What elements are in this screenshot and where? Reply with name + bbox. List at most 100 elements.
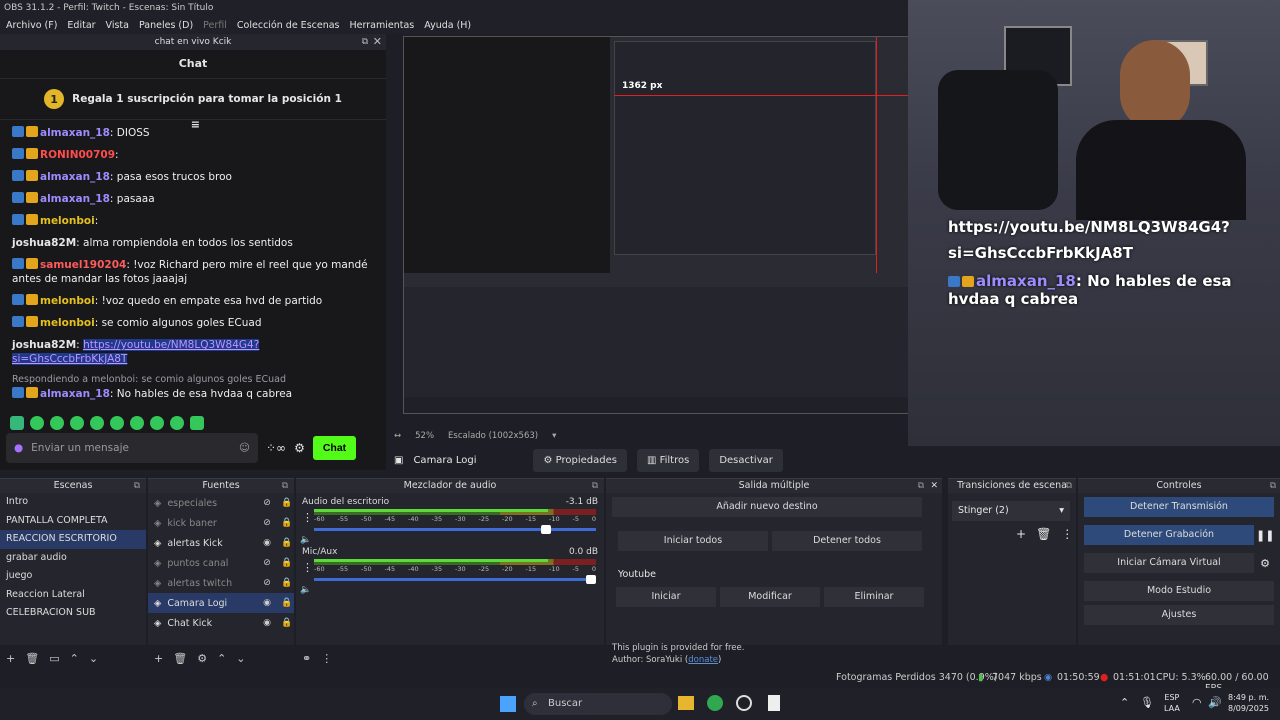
scene-item[interactable]: Reaccion Lateral [0,586,146,605]
float-icon[interactable]: ⧉ [918,479,924,493]
eye-off-icon[interactable]: ⊘ [260,518,274,528]
transition-select[interactable]: Stinger (2) ▾ [952,501,1070,521]
stop-recording-button[interactable]: Detener Grabación [1084,525,1254,545]
source-item[interactable]: ◈ alertas twitch ⊘ 🔒 [148,573,294,593]
emote-icon[interactable] [90,416,104,430]
menu-herramientas[interactable]: Herramientas [350,20,415,31]
emote-icon[interactable] [10,416,24,430]
source-item[interactable]: ◈ Chat Kick ◉ 🔒 [148,613,294,633]
points-icon[interactable]: ⁘∞ [266,441,286,455]
chat-input[interactable]: ● Enviar un mensaje ☺ [6,433,258,463]
stop-all-button[interactable]: Detener todos [772,531,922,551]
trash-icon[interactable]: 🗑 [1036,527,1051,541]
settings-button[interactable]: Ajustes [1084,605,1274,625]
pause-icon[interactable]: ❚❚ [1256,529,1274,542]
scene-item[interactable]: PANTALLA COMPLETA [0,512,146,531]
chat-username[interactable]: melonboi [40,215,95,227]
chat-username[interactable]: almaxan_18 [40,388,110,400]
close-icon[interactable]: ✕ [373,34,382,50]
chat-username[interactable]: almaxan_18 [40,171,110,183]
source-item[interactable]: ◈ puntos canal ⊘ 🔒 [148,553,294,573]
folder-icon[interactable] [678,696,694,710]
source-item[interactable]: ◈ Camara Logi ◉ 🔒 [148,593,294,613]
eye-icon[interactable]: ◉ [260,598,274,608]
virtual-cam-button[interactable]: Iniciar Cámara Virtual [1084,553,1254,573]
chat-username[interactable]: melonboi [40,295,95,307]
lock-icon[interactable]: 🔒 [280,518,294,528]
emote-icon[interactable] [150,416,164,430]
scaling-dropdown-icon[interactable]: ▾ [552,431,556,441]
clock[interactable]: 8:49 p. m. 8/09/2025 [1228,692,1269,714]
speaker-icon[interactable]: 🔈 [300,535,311,545]
scene-item[interactable]: CELEBRACION SUB [0,604,146,623]
chevrons-icon[interactable]: ↔ [394,431,401,441]
gear-icon[interactable]: ⚙ [1256,557,1274,570]
modify-button[interactable]: Modificar [720,587,820,607]
float-icon[interactable]: ⧉ [592,479,598,493]
zoom-level[interactable]: 52% [415,431,434,441]
eye-off-icon[interactable]: ⊘ [260,578,274,588]
language-indicator[interactable]: ESP LAA [1164,692,1180,714]
obs-icon[interactable] [736,695,752,711]
chat-username[interactable]: samuel190204 [40,259,126,271]
up-icon[interactable]: ⌃ [217,652,226,665]
emote-icon[interactable] [70,416,84,430]
scroll-down-icon[interactable]: ≡ [191,118,200,131]
menu-coleccion[interactable]: Colección de Escenas [237,20,340,31]
emote-icon[interactable] [110,416,124,430]
volume-slider[interactable] [314,575,596,584]
wifi-icon[interactable]: ◠ [1192,696,1202,709]
eye-icon[interactable]: ◉ [260,538,274,548]
scene-item[interactable]: Intro [0,493,146,512]
mic-icon[interactable]: ● [14,442,23,454]
up-icon[interactable]: ⌃ [70,652,79,665]
chat-username[interactable]: melonboi [40,317,95,329]
chat-send-button[interactable]: Chat [312,436,357,460]
source-item[interactable]: ◈ especiales ⊘ 🔒 [148,493,294,513]
volume-icon[interactable]: 🔊 [1208,696,1222,709]
lock-icon[interactable]: 🔒 [280,558,294,568]
chat-username[interactable]: almaxan_18 [40,193,110,205]
more-icon[interactable]: ⋮ [302,561,313,574]
scene-item[interactable]: grabar audio [0,549,146,568]
link-icon[interactable]: ⚭ [302,652,311,665]
filters-button[interactable]: ▥ Filtros [636,448,700,472]
chat-username[interactable]: joshua82M [12,339,76,351]
lock-icon[interactable]: 🔒 [280,538,294,548]
scene-item[interactable]: REACCION ESCRITORIO [0,530,146,549]
studio-mode-button[interactable]: Modo Estudio [1084,581,1274,601]
donate-link[interactable]: donate [688,655,718,665]
emote-icon[interactable] [130,416,144,430]
chat-username[interactable]: joshua82M [12,237,76,249]
speaker-icon[interactable]: 🔈 [300,585,311,595]
emote-icon[interactable] [170,416,184,430]
add-destination-button[interactable]: Añadir nuevo destino [612,497,922,517]
start-all-button[interactable]: Iniciar todos [618,531,768,551]
mic-icon[interactable]: 🎙 [1140,696,1154,709]
scaling-label[interactable]: Escalado (1002x563) [448,431,538,441]
file-icon[interactable] [768,695,780,711]
delete-button[interactable]: Eliminar [824,587,924,607]
add-icon[interactable]: + [6,652,15,665]
volume-slider[interactable] [314,525,596,534]
source-item[interactable]: ◈ kick baner ⊘ 🔒 [148,513,294,533]
menu-archivo[interactable]: Archivo (F) [6,20,57,31]
lock-icon[interactable]: 🔒 [280,618,294,628]
menu-vista[interactable]: Vista [106,20,129,31]
emote-icon[interactable] [190,416,204,430]
emote-icon[interactable] [50,416,64,430]
deactivate-button[interactable]: Desactivar [709,448,783,472]
chevron-up-icon[interactable]: ⌃ [1120,696,1129,709]
emote-icon[interactable] [30,416,44,430]
eye-off-icon[interactable]: ⊘ [260,498,274,508]
float-icon[interactable]: ⧉ [1066,479,1072,493]
eye-icon[interactable]: ◉ [260,618,274,628]
add-icon[interactable]: + [1016,527,1026,541]
slider-knob[interactable] [586,575,596,584]
down-icon[interactable]: ⌄ [89,652,98,665]
menu-editar[interactable]: Editar [67,20,95,31]
eye-off-icon[interactable]: ⊘ [260,558,274,568]
settings-gear-icon[interactable]: ⚙ [294,441,305,455]
add-icon[interactable]: + [154,652,163,665]
scene-item[interactable]: juego [0,567,146,586]
